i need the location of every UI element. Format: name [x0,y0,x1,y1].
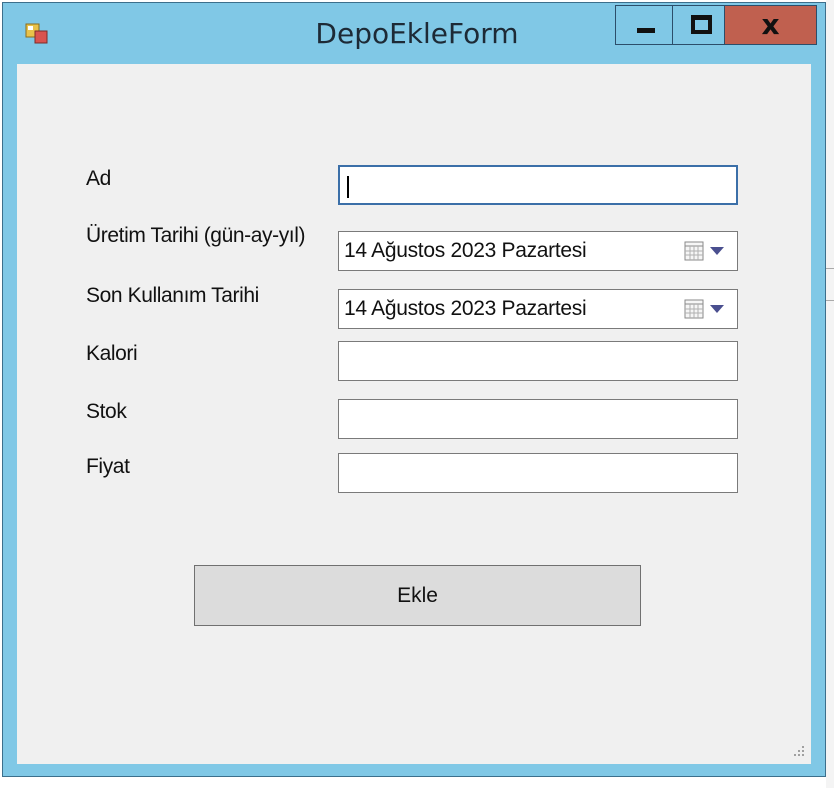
son-kullanim-tarihi-value: 14 Ağustos 2023 Pazartesi [344,297,587,320]
background-window [826,0,834,788]
son-kullanim-tarihi-datepicker[interactable]: 14 Ağustos 2023 Pazartesi [338,289,738,329]
calendar-icon[interactable] [684,241,704,261]
stok-field[interactable] [338,399,738,439]
minimize-icon [637,28,655,33]
ekle-button[interactable]: Ekle [194,565,641,626]
ad-field[interactable] [338,165,738,205]
minimize-button[interactable] [615,5,673,45]
resize-grip-icon[interactable] [792,744,806,758]
kalori-field[interactable] [338,341,738,381]
son-kullanim-tarihi-label: Son Kullanım Tarihi [86,284,259,307]
stok-label: Stok [86,400,127,423]
background-divider [826,268,834,269]
stok-input[interactable] [339,400,737,438]
uretim-tarihi-datepicker[interactable]: 14 Ağustos 2023 Pazartesi [338,231,738,271]
kalori-label: Kalori [86,342,138,365]
text-caret [347,176,349,198]
uretim-tarihi-value: 14 Ağustos 2023 Pazartesi [344,239,587,262]
fiyat-input[interactable] [339,454,737,492]
background-divider [826,300,834,301]
fiyat-field[interactable] [338,453,738,493]
fiyat-label: Fiyat [86,455,130,478]
close-button[interactable]: x [724,5,817,45]
maximize-icon [691,15,712,34]
close-icon: x [761,8,780,41]
ad-label: Ad [86,167,111,190]
uretim-tarihi-label: Üretim Tarihi (gün-ay-yıl) [86,224,306,247]
maximize-button[interactable] [672,5,726,45]
chevron-down-icon[interactable] [710,247,724,255]
chevron-down-icon[interactable] [710,305,724,313]
kalori-input[interactable] [339,342,737,380]
ad-input[interactable] [340,167,736,203]
calendar-icon[interactable] [684,299,704,319]
